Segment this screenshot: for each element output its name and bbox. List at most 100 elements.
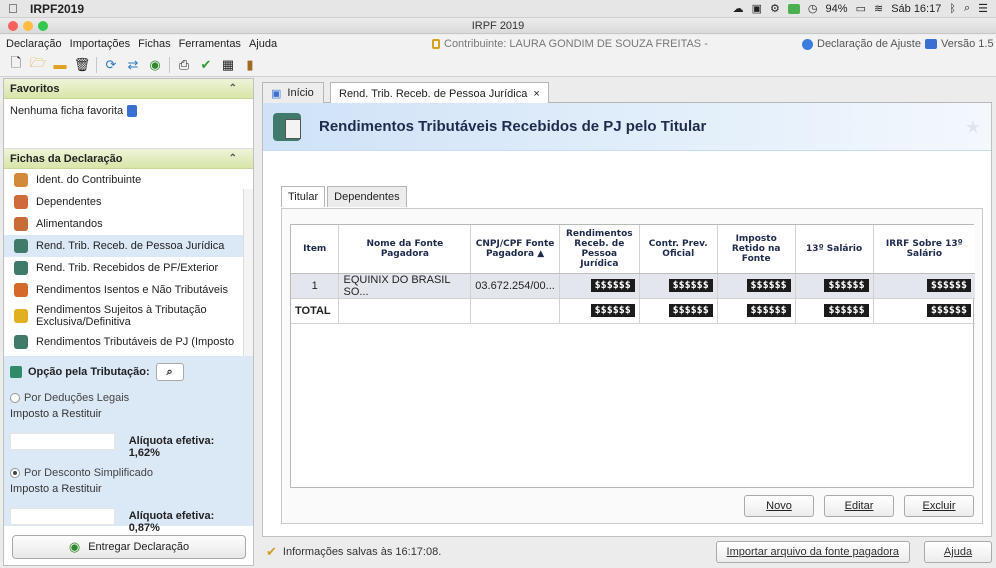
print-icon[interactable]: ⎙ (176, 57, 192, 73)
toolbar: 🗋 🗁 ▬ 🗑 ⟳ ⇄ ◉ ⎙ ✔ ▦ ▮ (0, 53, 996, 77)
opcao-tributacao-panel: Opção pela Tributação: ⌕ Por Deduções Le… (4, 356, 253, 534)
menu-ajuda[interactable]: Ajuda (249, 38, 277, 50)
warning-icon (14, 309, 28, 323)
sync-icon[interactable]: ⟳ (103, 57, 119, 73)
menu-fichas[interactable]: Fichas (138, 38, 170, 50)
column-header[interactable]: Nome da Fonte Pagadora (338, 225, 472, 274)
transmit-icon: ◉ (68, 539, 81, 554)
fichas-header[interactable]: Fichas da Declaração ⌃ (4, 149, 253, 169)
radio-simplificado[interactable] (10, 468, 20, 478)
apple-icon[interactable]:  (8, 1, 30, 16)
tax-option-icon (10, 366, 22, 378)
ficha-alimentandos[interactable]: Alimentandos (4, 213, 253, 235)
home-icon: ▣ (271, 87, 282, 100)
menu-ferramentas[interactable]: Ferramentas (179, 38, 241, 50)
favorite-star-icon[interactable]: ★ (965, 117, 981, 138)
tray-icon[interactable]: ▣ (752, 2, 762, 15)
column-header[interactable]: CNPJ/CPF Fonte Pagadora ▲ (470, 225, 560, 274)
fichas-vertical-scrollbar[interactable] (243, 189, 253, 374)
notification-center-icon[interactable]: ☰ (978, 2, 988, 15)
spotlight-search-icon[interactable]: ⌕ (964, 2, 970, 15)
status-app-icon[interactable]: ⚙ (770, 2, 780, 15)
folder-icon[interactable]: ▬ (52, 57, 68, 73)
cell-empty (470, 298, 560, 324)
fichas-title: Fichas da Declaração (10, 152, 123, 165)
new-document-icon[interactable]: 🗋 (8, 55, 24, 73)
desconto-simplificado-radio[interactable]: Por Desconto Simplificado (10, 467, 247, 479)
tab-rend-trib-pj[interactable]: Rend. Trib. Receb. de Pessoa Jurídica × (330, 82, 549, 104)
favoritos-header[interactable]: Favoritos ⌃ (4, 79, 253, 99)
check-icon[interactable]: ✔ (198, 57, 214, 73)
column-header[interactable]: Contr. Prev. Oficial (639, 225, 718, 274)
ajuda-button[interactable]: Ajuda (924, 541, 992, 563)
ficha-rend-trib-pj[interactable]: Rend. Trib. Receb. de Pessoa Jurídica (4, 235, 253, 257)
trash-icon[interactable]: 🗑 (74, 57, 91, 73)
wifi-icon[interactable]: ≋ (874, 2, 883, 15)
cell-total-label: TOTAL (291, 298, 340, 324)
novo-button[interactable]: Novo (744, 495, 814, 517)
cell-total-13: $$$$$$ (795, 298, 874, 324)
column-header[interactable]: IRRF Sobre 13º Salário (873, 225, 975, 274)
menu-importacoes[interactable]: Importações (70, 38, 131, 50)
ficha-label: Ident. do Contribuinte (36, 174, 142, 186)
clock[interactable]: Sáb 16:17 (891, 3, 941, 15)
toolbar-separator (169, 56, 170, 73)
excluir-button[interactable]: Excluir (904, 495, 974, 517)
zoom-window-button[interactable] (38, 21, 48, 31)
subtab-titular[interactable]: Titular (281, 186, 326, 207)
compare-icon[interactable]: ⇄ (125, 57, 141, 73)
close-window-button[interactable] (8, 21, 18, 31)
table-row[interactable]: 1 EQUINIX DO BRASIL SO... 03.672.254/00.… (291, 273, 975, 299)
mac-app-name[interactable]: IRPF2019 (30, 2, 84, 16)
ficha-rend-trib-pj-imposto[interactable]: Rendimentos Tributáveis de PJ (Imposto (4, 331, 253, 353)
column-header[interactable]: Item (291, 225, 340, 274)
bluetooth-icon[interactable]: ᛒ (949, 3, 956, 15)
menu-declaracao[interactable]: Declaração (6, 38, 62, 50)
masked-value: $$$$$$ (926, 304, 971, 317)
save-status-icon: ✔ (266, 544, 277, 559)
minimize-window-button[interactable] (23, 21, 33, 31)
tab-close-icon[interactable]: × (533, 88, 539, 100)
battery-percent[interactable]: 94% (826, 3, 848, 15)
cell-rendimentos: $$$$$$ (559, 273, 640, 299)
timer-icon[interactable]: ◷ (808, 2, 818, 15)
contribuinte-info: Contribuinte: LAURA GONDIM DE SOUZA FREI… (432, 38, 708, 50)
favoritos-list: Nenhuma ficha favorita (4, 99, 253, 149)
importar-fonte-button[interactable]: Importar arquivo da fonte pagadora (715, 541, 910, 563)
restituir-value-2 (10, 507, 115, 525)
table-header-row: Item Nome da Fonte Pagadora CNPJ/CPF Fon… (291, 225, 975, 274)
restituir-label-1: Imposto a Restituir (10, 408, 102, 420)
transmit-icon[interactable]: ◉ (147, 57, 163, 73)
search-button[interactable]: ⌕ (155, 363, 184, 381)
ficha-rend-trib-pf-exterior[interactable]: Rend. Trib. Recebidos de PF/Exterior (4, 257, 253, 279)
battery-icon[interactable]: ▭ (856, 2, 866, 15)
cloud-icon[interactable]: ☁ (733, 2, 744, 15)
deducoes-legais-radio[interactable]: Por Deduções Legais (10, 392, 247, 404)
radio-deducoes[interactable] (10, 393, 20, 403)
cell-cnpj: 03.672.254/00... (470, 273, 560, 299)
entregar-declaracao-button[interactable]: ◉ Entregar Declaração (12, 535, 246, 559)
subtab-dependentes[interactable]: Dependentes (327, 186, 407, 207)
column-header[interactable]: 13º Salário (795, 225, 874, 274)
book-icon[interactable]: ▮ (242, 57, 258, 73)
column-header[interactable]: Imposto Retido na Fonte (717, 225, 796, 274)
editar-button[interactable]: Editar (824, 495, 894, 517)
tab-inicio[interactable]: ▣ Início (262, 82, 324, 103)
simplificado-label: Por Desconto Simplificado (24, 467, 154, 479)
cell-total-irrf-13: $$$$$$ (873, 298, 975, 324)
search-icon: ⌕ (166, 365, 173, 378)
ficha-ident-contribuinte[interactable]: Ident. do Contribuinte (4, 169, 253, 191)
open-folder-icon[interactable]: 🗁 (30, 55, 46, 73)
ficha-dependentes[interactable]: Dependentes (4, 191, 253, 213)
info-icon[interactable] (127, 105, 138, 117)
column-header[interactable]: Rendimentos Receb. de Pessoa Jurídica (559, 225, 640, 274)
calculator-icon[interactable]: ▦ (220, 57, 236, 73)
arrow-person-icon (14, 261, 28, 275)
ficha-rend-isentos[interactable]: Rendimentos Isentos e Não Tributáveis (4, 279, 253, 301)
cell-irrf-13: $$$$$$ (873, 273, 975, 299)
ficha-rend-tributacao-exclusiva[interactable]: Rendimentos Sujeitos à Tributação Exclus… (4, 301, 253, 331)
green-app-icon[interactable] (787, 3, 800, 14)
collapse-icon[interactable]: ⌃ (229, 153, 237, 164)
document-tabs: ▣ Início Rend. Trib. Receb. de Pessoa Ju… (262, 82, 992, 104)
collapse-icon[interactable]: ⌃ (229, 83, 237, 94)
